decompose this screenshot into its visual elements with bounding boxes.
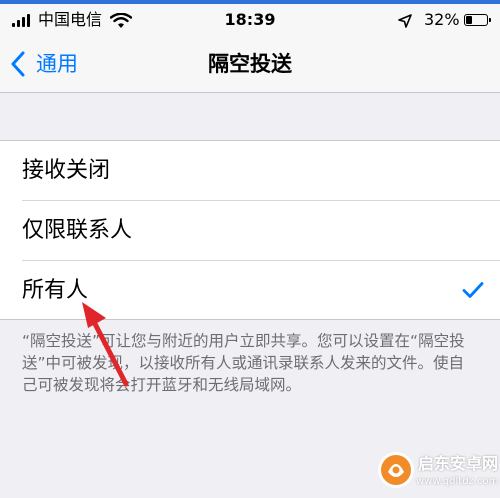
page-title: 隔空投送 [208, 52, 292, 76]
watermark-url: www.qdltdz.com [416, 476, 499, 487]
navigation-bar: 通用 隔空投送 [0, 36, 500, 93]
option-contacts-only[interactable]: 仅限联系人 [0, 201, 500, 261]
battery-level-fill [466, 16, 472, 24]
battery-icon [464, 14, 491, 26]
option-label: 接收关闭 [22, 158, 111, 183]
airdrop-options-list: 接收关闭 仅限联系人 所有人 [0, 140, 500, 320]
site-watermark: 启东安卓网 www.qdltdz.com [376, 448, 500, 498]
location-icon [398, 14, 412, 28]
option-label: 仅限联系人 [22, 218, 133, 243]
option-receiving-off[interactable]: 接收关闭 [0, 141, 500, 201]
watermark-name: 启东安卓网 [418, 454, 499, 473]
red-arrow-annotation [82, 302, 129, 387]
watermark-logo-icon [378, 452, 414, 488]
checkmark-icon [462, 282, 484, 298]
status-bar: 中国电信 18:39 32% [0, 4, 500, 36]
battery-percent: 32% [424, 10, 460, 29]
